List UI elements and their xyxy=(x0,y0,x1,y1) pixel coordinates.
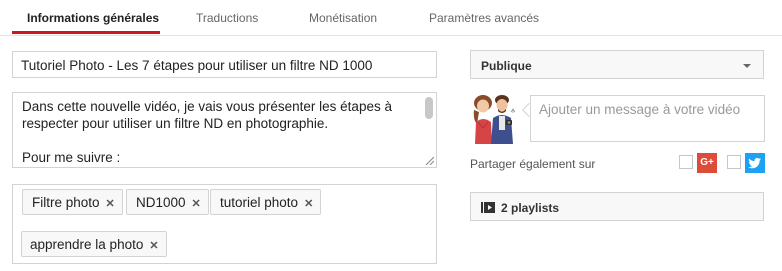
tags-input[interactable]: Filtre photo ✕ ND1000 ✕ tutoriel photo ✕ ap… xyxy=(12,184,437,264)
tag-label: tutoriel photo xyxy=(220,195,299,210)
tag-chip: apprendre la photo ✕ xyxy=(21,231,167,257)
remove-tag-icon[interactable]: ✕ xyxy=(149,240,158,252)
share-message-container: Ajouter un message à votre vidéo xyxy=(521,95,765,142)
tag-chip: tutoriel photo ✕ xyxy=(210,189,322,215)
avatar xyxy=(473,95,516,144)
twitter-icon[interactable] xyxy=(745,153,765,173)
remove-tag-icon[interactable]: ✕ xyxy=(106,198,115,210)
description-line: respecter pour utiliser un filtre ND en … xyxy=(22,116,329,131)
remove-tag-icon[interactable]: ✕ xyxy=(192,198,201,210)
playlist-icon xyxy=(481,202,495,213)
tag-chip: ND1000 ✕ xyxy=(126,189,209,215)
tag-label: Filtre photo xyxy=(32,195,100,210)
description-line: Dans cette nouvelle vidéo, je vais vous … xyxy=(22,99,392,114)
tag-chip: Filtre photo ✕ xyxy=(22,189,123,215)
tab-bar: Informations générales Traductions Monét… xyxy=(0,0,782,36)
description-line xyxy=(22,132,414,149)
description-line: -------------------------------- xyxy=(22,160,414,167)
privacy-select[interactable]: Publique xyxy=(470,50,764,79)
title-input[interactable]: Tutoriel Photo - Les 7 étapes pour utili… xyxy=(12,51,437,78)
description-scrollbar[interactable] xyxy=(425,97,433,119)
resize-grip-icon[interactable] xyxy=(426,157,434,165)
tab-advanced-settings[interactable]: Paramètres avancés xyxy=(429,11,539,25)
tag-label: ND1000 xyxy=(136,195,186,210)
tag-label: apprendre la photo xyxy=(30,237,144,252)
active-tab-indicator xyxy=(12,31,160,34)
google-plus-icon[interactable]: G+ xyxy=(697,153,717,173)
twitter-checkbox[interactable] xyxy=(727,155,741,169)
share-label: Partager également sur xyxy=(470,157,596,171)
remove-tag-icon[interactable]: ✕ xyxy=(304,198,313,210)
playlists-label: 2 playlists xyxy=(501,201,560,215)
tab-translations[interactable]: Traductions xyxy=(196,11,258,25)
playlists-button[interactable]: 2 playlists xyxy=(470,192,764,221)
chevron-down-icon xyxy=(743,64,751,68)
description-textarea[interactable]: Dans cette nouvelle vidéo, je vais vous … xyxy=(12,92,437,168)
privacy-selected-value: Publique xyxy=(481,59,532,73)
gplus-checkbox[interactable] xyxy=(679,155,693,169)
tab-monetization[interactable]: Monétisation xyxy=(309,11,377,25)
tab-general-info[interactable]: Informations générales xyxy=(27,11,159,25)
share-message-input[interactable]: Ajouter un message à votre vidéo xyxy=(530,95,765,142)
